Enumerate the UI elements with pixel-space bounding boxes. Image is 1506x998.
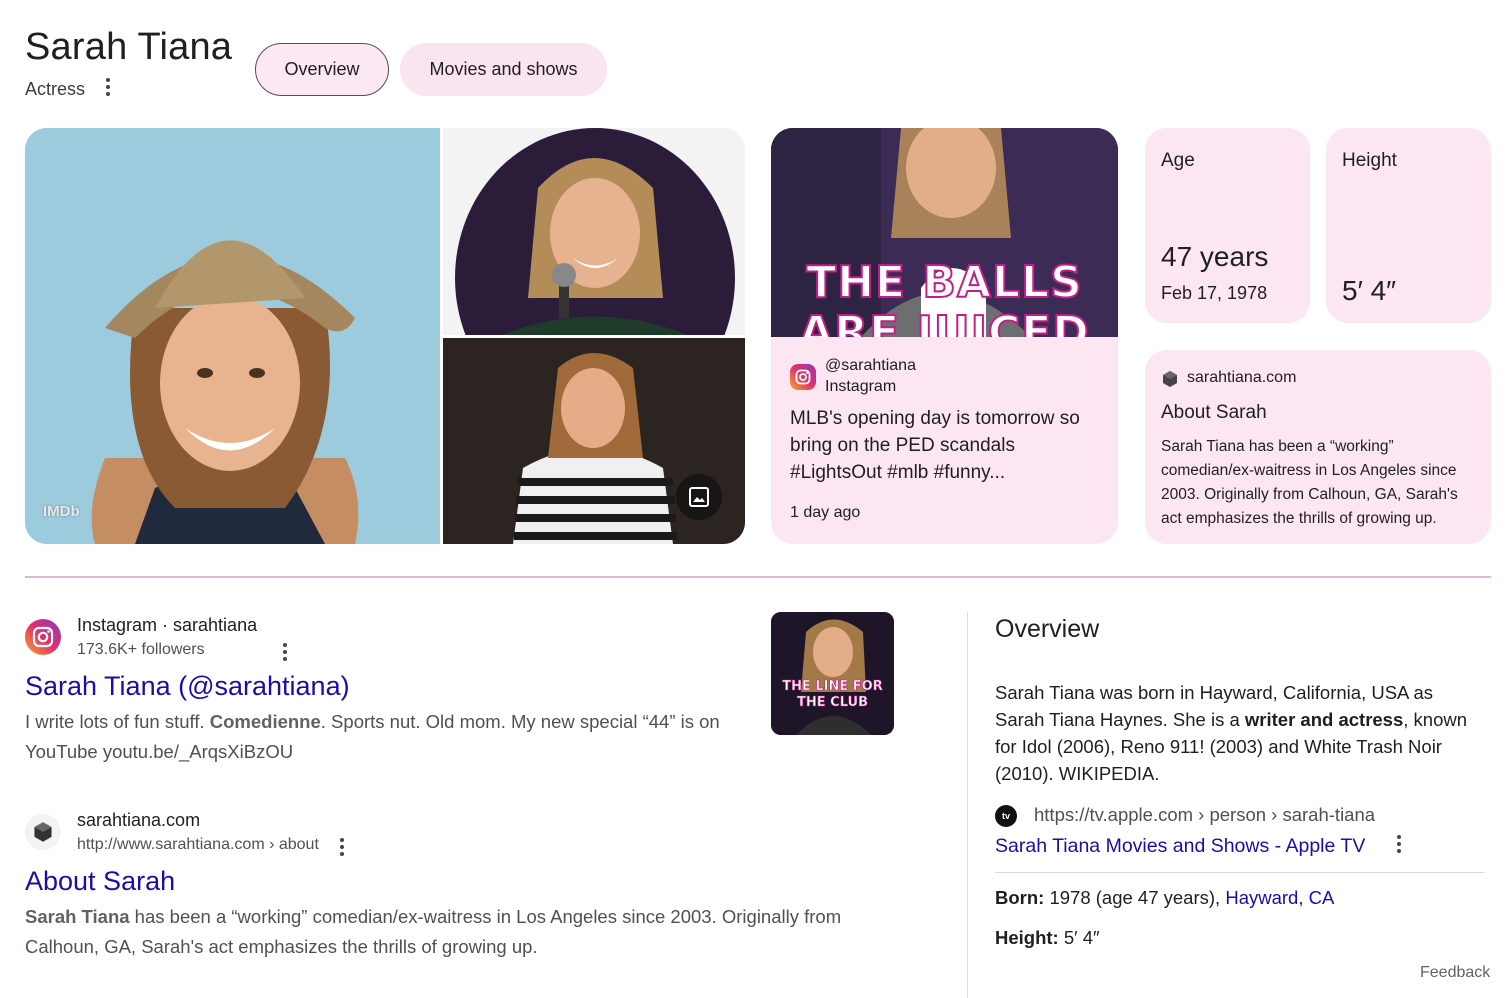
age-card[interactable]: Age 47 years Feb 17, 1978 [1145,128,1310,323]
result-site[interactable]: sarahtiana.com [77,810,200,831]
result-title-link[interactable]: About Sarah [25,866,175,897]
more-options-icon[interactable] [100,76,116,98]
birth-date: Feb 17, 1978 [1161,283,1268,303]
image-source-label: IMDb [43,503,80,520]
height-label: Height [1342,150,1397,171]
post-caption-overlay: THE BALLS ARE JUICED [798,257,1090,338]
portrait-illustration [25,128,440,544]
image-gallery-icon[interactable] [676,474,722,520]
instagram-source: Instagram [825,378,897,395]
standup-portrait [443,128,745,335]
tab-overview[interactable]: Overview [255,43,389,96]
result-meta: 173.6K+ followers [77,641,205,658]
column-divider [967,612,968,998]
tab-movies-and-shows[interactable]: Movies and shows [400,43,607,96]
result-thumbnail[interactable]: THE LINE FOR THE CLUB [771,612,894,735]
result-more-icon[interactable] [280,641,290,663]
height-value: 5′ 4″ [1342,275,1397,306]
about-body: Sarah Tiana has been a “working” comedia… [1161,438,1458,527]
age-label: Age [1161,150,1195,171]
height-card[interactable]: Height 5′ 4″ [1326,128,1491,323]
main-photo[interactable] [25,128,440,544]
age-value: 47 years [1161,241,1269,272]
overview-heading: Overview [995,615,1100,643]
born-place-link[interactable]: Hayward, CA [1225,887,1334,908]
photo-mic-circle[interactable] [443,128,745,335]
instagram-icon [790,364,816,390]
result-site[interactable]: Instagram · sarahtiana [77,615,257,636]
instagram-favicon-icon [25,619,61,655]
thumbnail-image [771,612,894,735]
apple-tv-icon: tv [995,805,1017,827]
website-cube-icon [1161,370,1179,393]
instagram-post-time: 1 day ago [790,504,861,521]
result-snippet: Sarah Tiana has been a “working” comedia… [25,906,842,957]
feedback-link[interactable]: Feedback [1420,964,1490,982]
website-favicon-icon [25,814,61,850]
apple-tv-url: https://tv.apple.com › person › sarah-ti… [1034,804,1376,825]
result-snippet: I write lots of fun stuff. Comedienne. S… [25,711,720,762]
page-title: Sarah Tiana [25,26,233,68]
image-icon [689,487,709,507]
result-title-link[interactable]: Sarah Tiana (@sarahtiana) [25,671,350,702]
apple-tv-link[interactable]: Sarah Tiana Movies and Shows - Apple TV [995,835,1365,858]
instagram-post-image: THE BALLS ARE JUICED [771,128,1118,337]
result-url: http://www.sarahtiana.com › about [77,836,319,853]
instagram-post-text: MLB's opening day is tomorrow so bring o… [790,408,1080,483]
about-title: About Sarah [1161,402,1267,423]
instagram-handle: @sarahtiana [825,357,916,374]
thumbnail-caption: THE LINE FOR THE CLUB [782,679,883,711]
entity-type: Actress [25,79,86,99]
apple-tv-more-icon[interactable] [1394,833,1404,855]
height-fact: Height: 5′ 4″ [995,927,1100,948]
panel-divider [995,872,1485,873]
result-more-icon[interactable] [337,836,347,858]
about-site-name: sarahtiana.com [1187,369,1297,386]
born-fact: Born: 1978 (age 47 years), Hayward, CA [995,887,1335,908]
overview-description: Sarah Tiana was born in Hayward, Califor… [995,682,1468,784]
section-divider [25,576,1491,578]
